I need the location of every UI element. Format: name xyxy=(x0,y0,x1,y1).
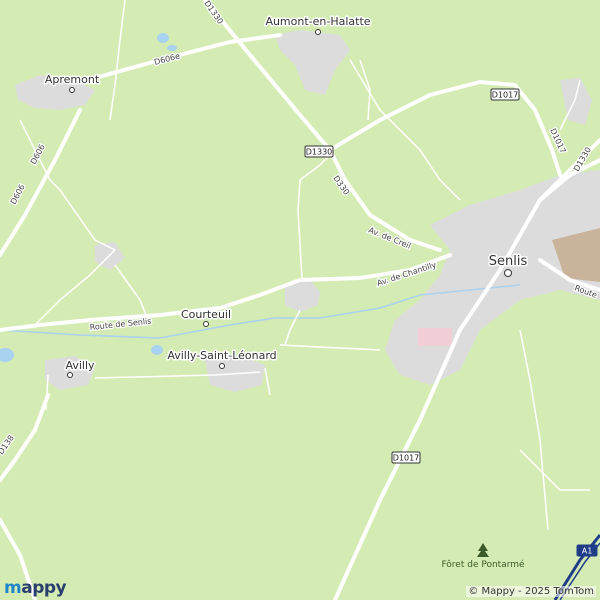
mappy-logo[interactable]: mappy xyxy=(4,578,67,598)
town-marker-avilly-saint-leonard xyxy=(219,363,225,369)
svg-text:A1: A1 xyxy=(582,547,593,556)
town-label-aumont[interactable]: Aumont-en-Halatte xyxy=(264,14,372,30)
pond-avilly xyxy=(151,345,163,355)
town-marker-senlis xyxy=(504,269,512,277)
hospital-area xyxy=(418,328,452,346)
copyright-notice: © Mappy - 2025 TomTom xyxy=(466,586,596,597)
town-marker-courteuil xyxy=(203,321,209,327)
town-label-senlis[interactable]: Senlis xyxy=(487,253,529,271)
map-canvas[interactable]: D606e D606 D606 D1330 D330 Av. de Creil … xyxy=(0,0,600,600)
map-svg[interactable]: D606e D606 D606 D1330 D330 Av. de Creil … xyxy=(0,0,600,600)
logo-suffix: appy xyxy=(21,578,67,598)
town-label-avilly[interactable]: Avilly xyxy=(64,358,97,374)
shield-a1: A1 xyxy=(576,544,598,557)
shield-d1017-top: D1017 xyxy=(490,88,520,101)
town-marker-apremont xyxy=(69,87,75,93)
svg-text:D1017: D1017 xyxy=(492,91,519,100)
shield-d1017-mid: D1017 xyxy=(391,451,421,464)
pond-north xyxy=(157,33,169,43)
town-marker-avilly xyxy=(67,372,73,378)
town-label-apremont[interactable]: Apremont xyxy=(43,72,101,88)
logo-prefix: m xyxy=(4,578,22,598)
svg-text:D1017: D1017 xyxy=(393,454,420,463)
town-label-courteuil[interactable]: Courteuil xyxy=(179,307,232,323)
shield-d1330: D1330 xyxy=(304,145,334,158)
town-marker-aumont xyxy=(315,29,321,35)
pond-north-2 xyxy=(167,45,177,51)
town-label-avilly-saint-leonard[interactable]: Avilly-Saint-Léonard xyxy=(166,348,278,364)
forest-label: Fôret de Pontarmé xyxy=(441,559,525,570)
svg-text:D1330: D1330 xyxy=(306,148,333,157)
